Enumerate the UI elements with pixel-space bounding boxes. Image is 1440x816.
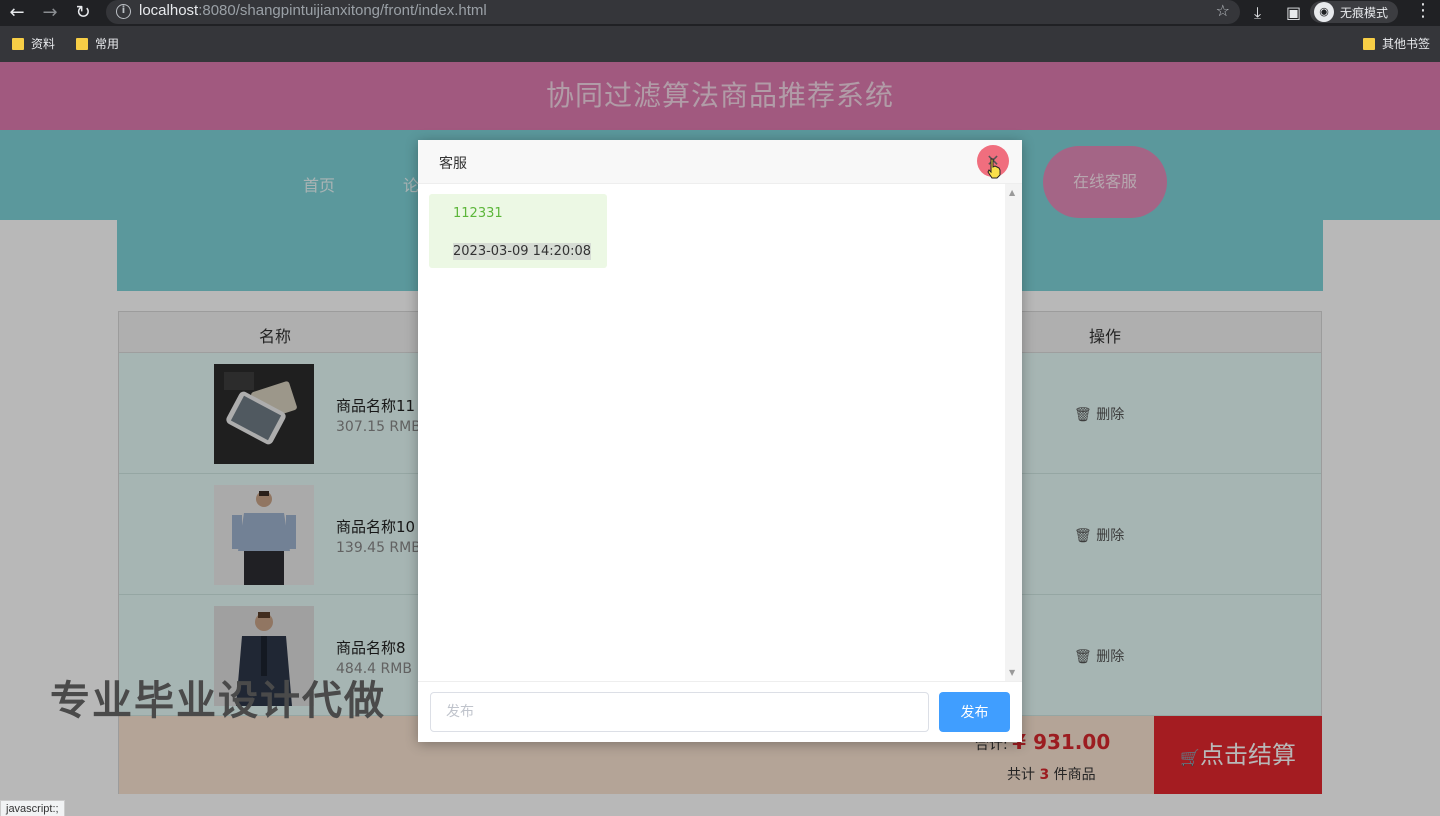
folder-icon xyxy=(12,37,24,50)
dialog-title: 客服 xyxy=(439,156,467,172)
address-bar[interactable]: i localhost:8080/shangpintuijianxitong/f… xyxy=(106,0,1240,24)
send-button[interactable]: 发布 xyxy=(939,692,1010,732)
browser-menu-icon[interactable]: ⋮ xyxy=(1414,0,1432,21)
incognito-indicator[interactable]: ◉ 无痕模式 xyxy=(1310,1,1399,23)
back-arrow-icon[interactable]: ← xyxy=(6,2,28,24)
customer-service-dialog: 客服 ✕ 112331 2023-03-09 14:20:08 ▲ ▼ 发布 xyxy=(418,140,1022,742)
hand-pointer-icon xyxy=(987,158,1001,179)
bookmark-folder-0[interactable]: 资料 xyxy=(12,35,55,52)
forward-arrow-icon[interactable]: → xyxy=(39,2,61,24)
scrollbar[interactable]: ▲ ▼ xyxy=(1005,184,1022,681)
watermark-text: 专业毕业设计代做 xyxy=(50,678,386,724)
page-viewport: 协同过滤算法商品推荐系统 首页 论 在线客服 名称 操作 商品名称11 307.… xyxy=(0,62,1440,816)
url-text: localhost:8080/shangpintuijianxitong/fro… xyxy=(139,2,487,19)
message-bubble: 112331 2023-03-09 14:20:08 xyxy=(429,194,607,268)
incognito-icon: ◉ xyxy=(1314,2,1334,22)
other-bookmarks[interactable]: 其他书签 xyxy=(1363,35,1430,52)
message-input[interactable] xyxy=(430,692,929,732)
scroll-up-icon[interactable]: ▲ xyxy=(1009,188,1015,197)
message-time: 2023-03-09 14:20:08 xyxy=(453,243,592,260)
reload-icon[interactable]: ↻ xyxy=(72,2,94,24)
incognito-label: 无痕模式 xyxy=(1340,5,1389,20)
download-icon[interactable]: ⤓ xyxy=(1254,2,1261,24)
bookmark-star-icon[interactable]: ☆ xyxy=(1216,1,1230,20)
bookmark-folder-1[interactable]: 常用 xyxy=(76,35,119,52)
folder-icon xyxy=(76,37,88,50)
status-bar-url: javascript:; xyxy=(0,800,65,816)
browser-toolbar: ← → ↻ i localhost:8080/shangpintuijianxi… xyxy=(0,0,1440,26)
scroll-down-icon[interactable]: ▼ xyxy=(1009,668,1015,677)
message-text: 112331 xyxy=(453,206,503,221)
sidebar-icon[interactable]: ▣ xyxy=(1286,2,1301,24)
dialog-header: 客服 ✕ xyxy=(418,140,1022,184)
site-info-icon[interactable]: i xyxy=(116,4,131,19)
message-list[interactable]: 112331 2023-03-09 14:20:08 ▲ ▼ xyxy=(418,184,1022,681)
folder-icon xyxy=(1363,37,1375,50)
dialog-footer: 发布 xyxy=(418,681,1022,742)
bookmarks-bar: 资料 常用 其他书签 xyxy=(0,26,1440,62)
